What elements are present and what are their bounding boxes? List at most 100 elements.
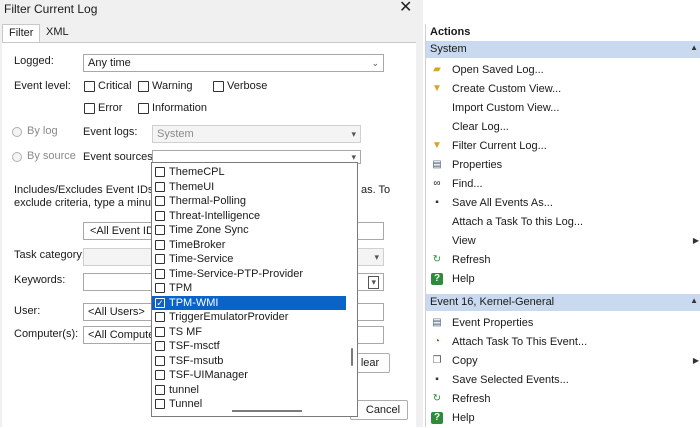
dropdown-item[interactable]: TS MF: [152, 325, 346, 339]
source-checkbox[interactable]: [155, 399, 165, 409]
dropdown-item[interactable]: Thermal-Polling: [152, 194, 346, 208]
source-checkbox[interactable]: [155, 239, 165, 250]
computers-label: Computer(s):: [14, 328, 79, 340]
dropdown-item[interactable]: TSF-msctf: [152, 339, 346, 353]
properties-icon: ▤: [432, 317, 442, 328]
filter-icon: ▼: [432, 140, 442, 151]
source-checkbox[interactable]: [155, 210, 165, 221]
source-checkbox[interactable]: [155, 326, 165, 337]
verbose-label: Verbose: [227, 80, 268, 92]
filter-dialog: Filter Current Log ✕ Filter XML Logged: …: [0, 0, 423, 428]
action-label: Filter Current Log...: [452, 140, 547, 152]
source-checkbox[interactable]: [155, 283, 165, 293]
source-checkbox[interactable]: [155, 268, 165, 279]
source-checkbox[interactable]: [155, 355, 165, 366]
source-checkbox[interactable]: [155, 167, 165, 177]
chevron-down-icon: ▾: [368, 276, 379, 289]
source-checkbox[interactable]: [155, 254, 165, 264]
dropdown-item[interactable]: ThemeCPL: [152, 165, 346, 179]
scrollbar-thumb[interactable]: [351, 348, 353, 366]
event-sources-dropdown[interactable]: ThemeCPL ThemeUI Thermal-Polling Threat-Int…: [151, 162, 358, 417]
dropdown-item[interactable]: ✓ TPM-WMI: [152, 295, 346, 310]
source-label: ThemeCPL: [169, 166, 225, 178]
action-item[interactable]: ▤ Properties: [426, 156, 700, 174]
action-item[interactable]: ▼ Create Custom View...: [426, 80, 700, 98]
action-item[interactable]: Attach a Task To this Log...: [426, 213, 700, 231]
action-item[interactable]: ? Help: [426, 409, 700, 427]
dropdown-item[interactable]: TSF-msutb: [152, 354, 346, 368]
event-logs-select[interactable]: System ▾: [152, 125, 361, 143]
section-header[interactable]: Event 16, Kernel-General: [426, 294, 700, 311]
critical-label: Critical: [98, 80, 132, 92]
source-label: TriggerEmulatorProvider: [169, 311, 289, 323]
action-item[interactable]: ▪ Save Selected Events...: [426, 371, 700, 389]
refresh-icon: ↻: [432, 254, 442, 265]
source-label: TSF-UIManager: [169, 369, 248, 381]
error-checkbox[interactable]: [84, 103, 95, 114]
action-item[interactable]: ◔ Attach Task To This Event...: [426, 333, 700, 351]
logged-select[interactable]: Any time ⌄: [83, 54, 384, 72]
task-icon: ◔: [433, 336, 441, 347]
dropdown-item[interactable]: Time-Service: [152, 252, 346, 266]
cancel-button[interactable]: Cancel: [350, 400, 408, 420]
action-item[interactable]: ▤ Event Properties: [426, 314, 700, 332]
dropdown-item[interactable]: ThemeUI: [152, 180, 346, 194]
action-item[interactable]: ▼ Filter Current Log...: [426, 137, 700, 155]
action-item[interactable]: ❐ Copy ▶: [426, 352, 700, 370]
chevron-down-icon: ⌄: [371, 58, 379, 68]
source-checkbox[interactable]: ✓: [155, 297, 165, 308]
action-item[interactable]: ∞ Find...: [426, 175, 700, 193]
dropdown-horizontal-scrollbar[interactable]: [232, 410, 302, 412]
dropdown-item[interactable]: tunnel: [152, 383, 346, 397]
source-checkbox[interactable]: [155, 225, 165, 235]
action-label: View: [452, 235, 476, 247]
source-checkbox[interactable]: [155, 312, 165, 322]
information-checkbox[interactable]: [138, 103, 149, 114]
source-label: Tunnel: [169, 398, 203, 410]
dropdown-item[interactable]: Time-Service-PTP-Provider: [152, 267, 346, 281]
folder-icon: ▰: [433, 64, 441, 75]
tab-filter[interactable]: Filter: [2, 24, 41, 43]
source-checkbox[interactable]: [155, 196, 165, 206]
by-log-label: By log: [27, 125, 58, 137]
tab-xml[interactable]: XML: [40, 24, 75, 41]
action-item[interactable]: ▪ Save All Events As...: [426, 194, 700, 212]
action-item[interactable]: Clear Log...: [426, 118, 700, 136]
dropdown-item[interactable]: TriggerEmulatorProvider: [152, 310, 346, 324]
event-sources-label: Event sources:: [83, 151, 156, 163]
dropdown-item[interactable]: Tunnel: [152, 397, 346, 411]
dropdown-vertical-scrollbar[interactable]: [348, 163, 357, 415]
action-item[interactable]: ▰ Open Saved Log...: [426, 61, 700, 79]
source-checkbox[interactable]: [155, 370, 165, 380]
collapse-icon[interactable]: ▲: [690, 43, 698, 52]
collapse-icon[interactable]: ▲: [690, 296, 698, 305]
warning-checkbox[interactable]: [138, 81, 149, 92]
close-icon[interactable]: ✕: [399, 0, 412, 17]
source-checkbox[interactable]: [155, 341, 165, 351]
section-header[interactable]: System: [426, 41, 700, 58]
action-item[interactable]: ↻ Refresh: [426, 390, 700, 408]
dropdown-item[interactable]: TPM: [152, 281, 346, 295]
source-label: TimeBroker: [169, 238, 226, 251]
action-item[interactable]: Import Custom View...: [426, 99, 700, 117]
source-checkbox[interactable]: [155, 181, 165, 192]
by-log-radio[interactable]: [12, 127, 22, 137]
action-item[interactable]: ? Help: [426, 270, 700, 288]
action-item[interactable]: View ▶: [426, 232, 700, 250]
chevron-down-icon: ▾: [374, 252, 379, 262]
source-checkbox[interactable]: [155, 384, 165, 395]
by-source-radio[interactable]: [12, 152, 22, 162]
source-label: Time-Service: [169, 253, 234, 265]
properties-icon: ▤: [432, 159, 442, 170]
action-item[interactable]: ↻ Refresh: [426, 251, 700, 269]
dropdown-item[interactable]: Time Zone Sync: [152, 223, 346, 237]
error-label: Error: [98, 102, 123, 114]
dropdown-item[interactable]: Threat-Intelligence: [152, 209, 346, 223]
action-label: Save All Events As...: [452, 197, 553, 209]
chevron-down-icon: ▾: [351, 129, 356, 139]
critical-checkbox[interactable]: [84, 81, 95, 92]
dropdown-item[interactable]: TimeBroker: [152, 238, 346, 252]
verbose-checkbox[interactable]: [213, 81, 224, 92]
refresh-icon: ↻: [432, 393, 442, 404]
dropdown-item[interactable]: TSF-UIManager: [152, 368, 346, 382]
